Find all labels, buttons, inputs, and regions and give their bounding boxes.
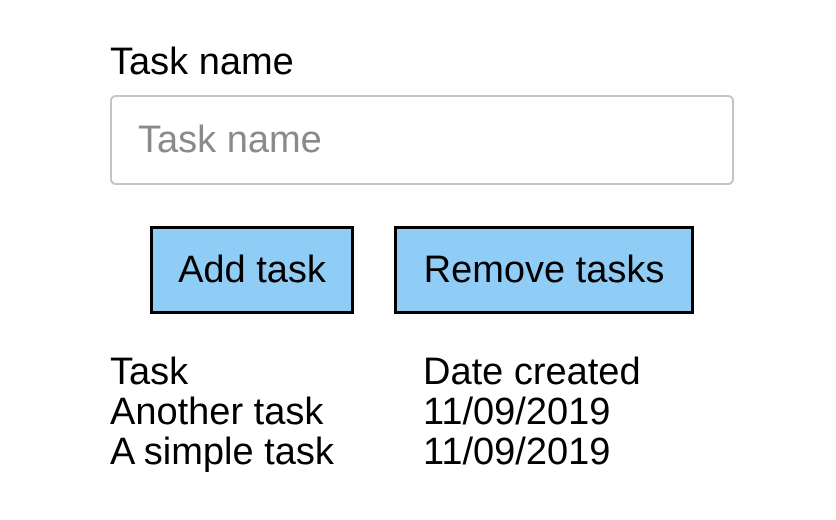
task-name-cell: Another task (110, 391, 324, 433)
remove-tasks-button[interactable]: Remove tasks (394, 226, 694, 314)
column-header-task: Task (110, 351, 189, 393)
date-created-cell: 11/09/2019 (423, 431, 611, 473)
column-header-date-created: Date created (423, 351, 641, 393)
table-header-row: Task Date created (110, 352, 641, 392)
task-name-cell: A simple task (110, 431, 334, 473)
add-task-button[interactable]: Add task (150, 226, 354, 314)
table-row: Another task 11/09/2019 (110, 392, 641, 432)
task-table: Task Date created Another task 11/09/201… (110, 352, 641, 472)
task-name-label: Task name (110, 41, 294, 83)
date-created-cell: 11/09/2019 (423, 391, 611, 433)
table-row: A simple task 11/09/2019 (110, 432, 641, 472)
task-name-input[interactable] (110, 95, 734, 185)
